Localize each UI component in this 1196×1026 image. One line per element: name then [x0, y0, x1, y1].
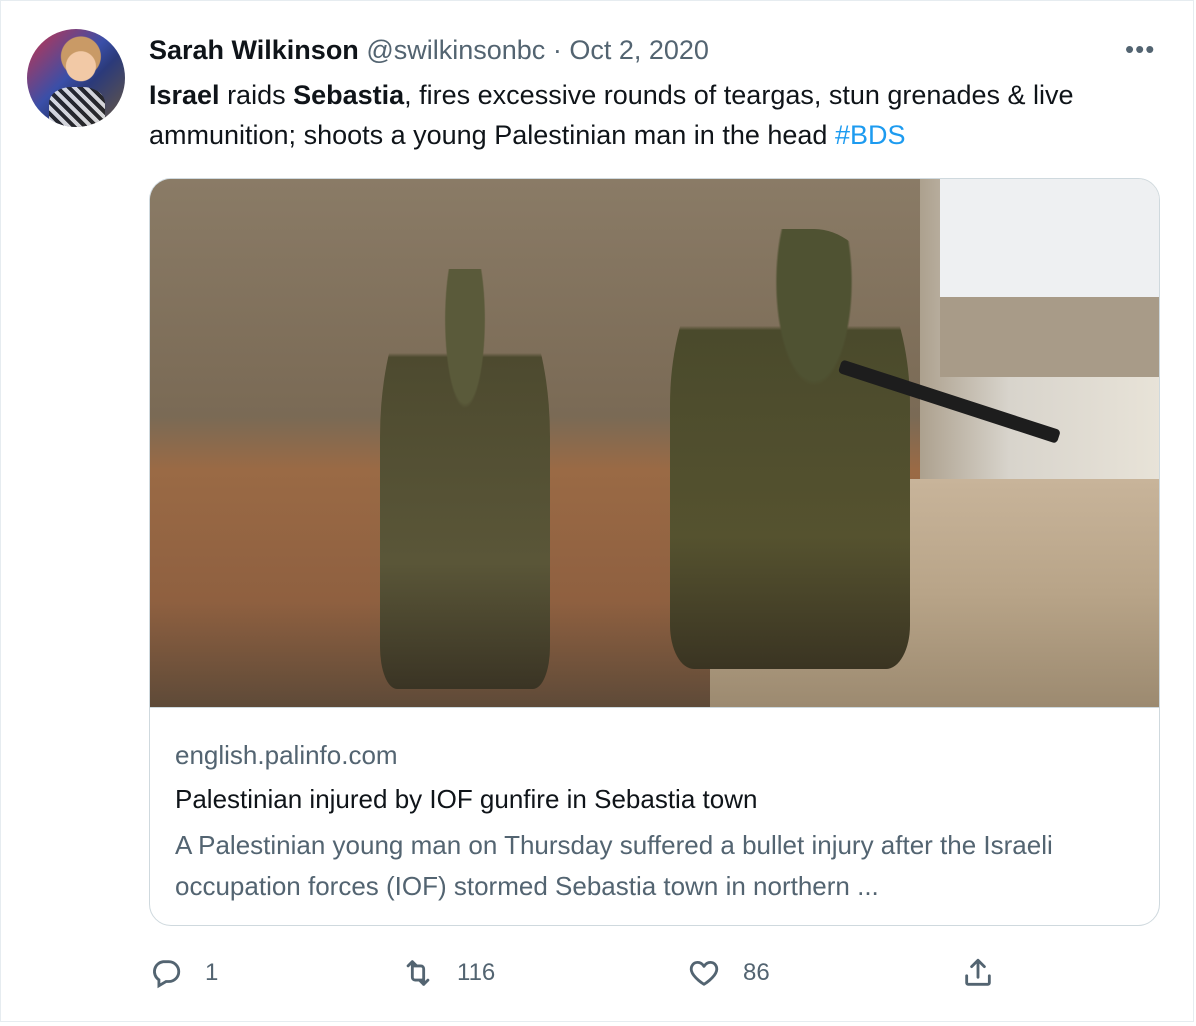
share-button[interactable] [961, 949, 995, 997]
like-button[interactable]: 86 [687, 949, 770, 997]
author-handle[interactable]: @swilkinsonbc [366, 35, 545, 65]
tweet[interactable]: Sarah Wilkinson @swilkinsonbc · Oct 2, 2… [0, 0, 1194, 1022]
card-image[interactable] [150, 179, 1159, 707]
author-name[interactable]: Sarah Wilkinson [149, 35, 359, 65]
retweet-icon [406, 960, 430, 986]
hashtag-link[interactable]: #BDS [835, 120, 906, 150]
heart-icon [689, 960, 719, 986]
like-count: 86 [743, 959, 770, 986]
card-body[interactable]: english.palinfo.com Palestinian injured … [150, 707, 1159, 925]
tweet-bold-israel: Israel [149, 80, 220, 110]
reply-count: 1 [205, 959, 219, 986]
card-domain: english.palinfo.com [175, 740, 398, 770]
more-options-icon[interactable]: ••• [1125, 36, 1155, 62]
photo-far-wall [940, 297, 1159, 377]
retweet-button[interactable]: 116 [401, 949, 495, 997]
card-title: Palestinian injured by IOF gunfire in Se… [175, 784, 758, 814]
photo-sky [940, 179, 1159, 299]
link-card[interactable]: english.palinfo.com Palestinian injured … [149, 178, 1160, 926]
action-bar: 1 116 86 [149, 949, 1049, 997]
reply-icon [153, 960, 181, 989]
tweet-date[interactable]: Oct 2, 2020 [569, 35, 709, 65]
avatar[interactable] [27, 29, 125, 127]
avatar-scarf [49, 87, 105, 127]
share-icon [965, 958, 991, 986]
tweet-text-part1: raids [219, 80, 294, 110]
photo-soldier-left [380, 269, 550, 689]
separator-dot: · [552, 35, 562, 65]
tweet-bold-sebastia: Sebastia [293, 80, 405, 110]
tweet-header: Sarah Wilkinson @swilkinsonbc · Oct 2, 2… [149, 33, 709, 67]
tweet-text: Israel raids Sebastia, fires excessive r… [149, 75, 1149, 155]
photo-soldier-right [670, 229, 910, 669]
reply-button[interactable]: 1 [149, 949, 218, 997]
retweet-count: 116 [457, 959, 496, 986]
card-description: A Palestinian young man on Thursday suff… [175, 830, 1053, 901]
